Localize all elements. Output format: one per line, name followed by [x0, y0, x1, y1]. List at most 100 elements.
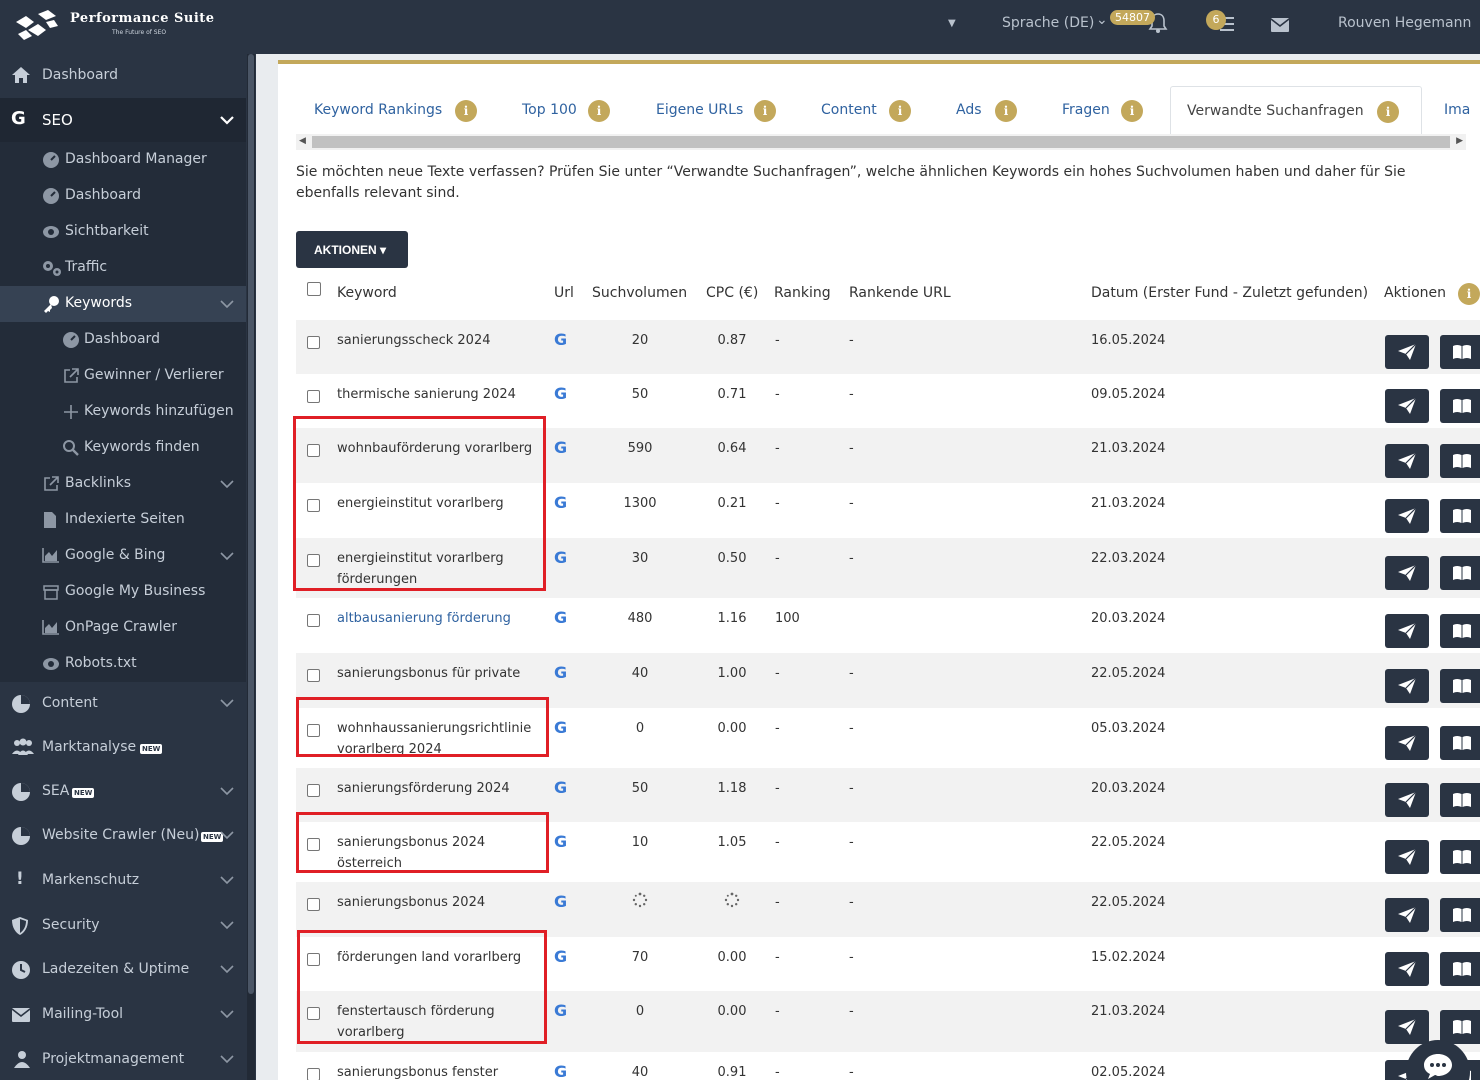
send-action-button[interactable]: [1385, 389, 1429, 423]
sidebar-item-seo[interactable]: G SEO: [0, 98, 246, 142]
sidebar-item-traffic[interactable]: Traffic: [0, 250, 246, 286]
sidebar-scrollbar-thumb[interactable]: [248, 54, 254, 994]
send-action-button[interactable]: [1385, 898, 1429, 932]
sidebar-item-ladezeiten-uptime[interactable]: Ladezeiten & Uptime: [0, 948, 246, 992]
info-icon[interactable]: i: [995, 100, 1017, 122]
sidebar-item-mailing-tool[interactable]: Mailing-Tool: [0, 993, 246, 1037]
info-icon[interactable]: i: [588, 100, 610, 122]
tab-ads[interactable]: Ads i: [940, 86, 1030, 134]
sidebar-item-google-my-business[interactable]: Google My Business: [0, 574, 246, 610]
row-checkbox[interactable]: [307, 336, 320, 349]
book-action-button[interactable]: [1440, 840, 1480, 874]
book-action-button[interactable]: [1440, 444, 1480, 478]
info-icon[interactable]: i: [889, 100, 911, 122]
google-icon[interactable]: G: [554, 329, 567, 350]
caret-down-icon[interactable]: ▼: [948, 18, 956, 29]
language-selector[interactable]: Sprache (DE): [1002, 15, 1094, 31]
tasks-badge[interactable]: 6: [1206, 10, 1226, 30]
row-checkbox[interactable]: [307, 898, 320, 911]
sidebar-item-seo-dashboard[interactable]: Dashboard: [0, 178, 246, 214]
tab-fragen[interactable]: Fragen i: [1046, 86, 1166, 134]
keyword-cell[interactable]: altbausanierung förderung: [337, 608, 547, 629]
sidebar-item-google-bing[interactable]: Google & Bing: [0, 538, 246, 574]
tab-keyword-rankings[interactable]: Keyword Rankings i: [298, 86, 488, 134]
tab-top-100[interactable]: Top 100 i: [506, 86, 626, 134]
book-action-button[interactable]: [1440, 726, 1480, 760]
scroll-right-arrow-icon[interactable]: ▶: [1456, 136, 1463, 146]
google-icon[interactable]: G: [554, 492, 567, 513]
send-action-button[interactable]: [1385, 783, 1429, 817]
column-datum[interactable]: Datum (Erster Fund - Zuletzt gefunden): [1091, 276, 1368, 312]
book-action-button[interactable]: [1440, 783, 1480, 817]
send-action-button[interactable]: [1385, 726, 1429, 760]
sidebar-item-backlinks[interactable]: Backlinks: [0, 466, 246, 502]
scroll-left-arrow-icon[interactable]: ◀: [299, 136, 306, 146]
sidebar-item-keywords-finden[interactable]: Keywords finden: [0, 430, 246, 466]
google-icon[interactable]: G: [554, 717, 567, 738]
sidebar-item-dashboard-manager[interactable]: Dashboard Manager: [0, 142, 246, 178]
sidebar-item-content[interactable]: Content: [0, 682, 246, 726]
info-icon[interactable]: i: [1377, 101, 1399, 123]
sidebar-item-robots-txt[interactable]: Robots.txt: [0, 646, 246, 682]
book-action-button[interactable]: [1440, 669, 1480, 703]
row-checkbox[interactable]: [307, 614, 320, 627]
row-checkbox[interactable]: [307, 784, 320, 797]
book-action-button[interactable]: [1440, 898, 1480, 932]
column-ranking[interactable]: Ranking: [774, 276, 831, 312]
column-url[interactable]: Url: [554, 276, 574, 312]
sidebar-item-security[interactable]: Security: [0, 904, 246, 948]
select-all-checkbox[interactable]: [307, 282, 321, 296]
book-action-button[interactable]: [1440, 556, 1480, 590]
aktionen-dropdown-button[interactable]: AKTIONEN ▾: [296, 231, 408, 268]
google-icon[interactable]: G: [554, 437, 567, 458]
sidebar-item-marktanalyse[interactable]: Marktanalyse NEW: [0, 726, 246, 770]
book-action-button[interactable]: [1440, 1010, 1480, 1044]
chevron-down-icon[interactable]: ⌄: [1096, 12, 1108, 28]
brand-logo-icon[interactable]: [12, 8, 60, 44]
tab-images[interactable]: Ima: [1428, 86, 1480, 134]
send-action-button[interactable]: [1385, 335, 1429, 369]
book-action-button[interactable]: [1440, 499, 1480, 533]
send-action-button[interactable]: [1385, 952, 1429, 986]
google-icon[interactable]: G: [554, 777, 567, 798]
book-action-button[interactable]: [1440, 952, 1480, 986]
tabs-horizontal-scrollbar[interactable]: ◀ ▶: [296, 134, 1466, 150]
row-checkbox[interactable]: [307, 390, 320, 403]
sidebar-item-dashboard[interactable]: Dashboard: [0, 54, 246, 98]
send-action-button[interactable]: [1385, 669, 1429, 703]
sidebar-item-onpage-crawler[interactable]: OnPage Crawler: [0, 610, 246, 646]
book-action-button[interactable]: [1440, 614, 1480, 648]
column-rankende-url[interactable]: Rankende URL: [849, 276, 951, 312]
sidebar-item-sichtbarkeit[interactable]: Sichtbarkeit: [0, 214, 246, 250]
envelope-icon[interactable]: [1270, 17, 1290, 33]
send-action-button[interactable]: [1385, 444, 1429, 478]
google-icon[interactable]: G: [554, 547, 567, 568]
google-icon[interactable]: G: [554, 946, 567, 967]
column-keyword[interactable]: Keyword: [337, 276, 397, 312]
sidebar-item-keywords-dashboard[interactable]: Dashboard: [0, 322, 246, 358]
sidebar-item-sea[interactable]: SEA NEW: [0, 770, 246, 814]
row-checkbox[interactable]: [307, 669, 320, 682]
send-action-button[interactable]: [1385, 840, 1429, 874]
google-icon[interactable]: G: [554, 662, 567, 683]
tab-verwandte-suchanfragen[interactable]: Verwandte Suchanfragen i: [1170, 86, 1422, 134]
google-icon[interactable]: G: [554, 1061, 567, 1080]
sidebar-item-markenschutz[interactable]: ! Markenschutz: [0, 859, 246, 903]
send-action-button[interactable]: [1385, 614, 1429, 648]
info-icon[interactable]: i: [754, 100, 776, 122]
send-action-button[interactable]: [1385, 556, 1429, 590]
scrollbar-thumb[interactable]: [312, 136, 1450, 148]
row-checkbox[interactable]: [307, 1068, 320, 1080]
info-icon[interactable]: i: [1458, 283, 1480, 305]
user-name[interactable]: Rouven Hegemann: [1338, 15, 1471, 31]
sidebar-item-keywords-hinzufuegen[interactable]: Keywords hinzufügen: [0, 394, 246, 430]
info-icon[interactable]: i: [455, 100, 477, 122]
sidebar-item-indexierte-seiten[interactable]: Indexierte Seiten: [0, 502, 246, 538]
google-icon[interactable]: G: [554, 1000, 567, 1021]
tab-content[interactable]: Content i: [805, 86, 925, 134]
info-icon[interactable]: i: [1121, 100, 1143, 122]
book-action-button[interactable]: [1440, 335, 1480, 369]
book-action-button[interactable]: [1440, 389, 1480, 423]
send-action-button[interactable]: [1385, 499, 1429, 533]
google-icon[interactable]: G: [554, 607, 567, 628]
